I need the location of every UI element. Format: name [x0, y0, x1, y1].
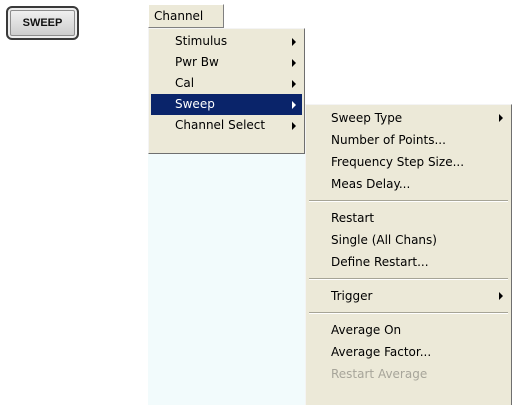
- menu-item-label: Stimulus: [175, 34, 228, 48]
- menu-item-average-factor[interactable]: Average Factor...: [308, 341, 509, 363]
- menu-item-channel-select[interactable]: Channel Select: [151, 115, 302, 136]
- submenu-arrow-icon: [499, 114, 503, 122]
- menu-item-restart-average: Restart Average: [308, 363, 509, 385]
- menu-item-label: Average On: [331, 323, 402, 337]
- submenu-arrow-icon: [292, 79, 296, 88]
- menu-item-label: Meas Delay...: [331, 177, 411, 191]
- menu-item-cal[interactable]: Cal: [151, 73, 302, 94]
- menu-item-label: Sweep: [175, 97, 215, 111]
- menu-item-sweep[interactable]: Sweep: [151, 94, 302, 115]
- menu-item-label: Restart: [331, 211, 375, 225]
- menu-item-sweep-type[interactable]: Sweep Type: [308, 107, 509, 129]
- submenu-arrow-icon: [499, 292, 503, 300]
- menu-item-restart[interactable]: Restart: [308, 207, 509, 229]
- menu-item-label: Restart Average: [331, 367, 428, 381]
- sweep-submenu: Sweep Type Number of Points... Frequency…: [305, 104, 512, 405]
- menu-item-label: Trigger: [331, 289, 373, 303]
- submenu-arrow-icon: [292, 58, 296, 67]
- menu-item-frequency-step-size[interactable]: Frequency Step Size...: [308, 151, 509, 173]
- menu-item-label: Frequency Step Size...: [331, 155, 465, 169]
- sweep-hardkey-button[interactable]: SWEEP: [6, 6, 79, 40]
- menu-item-define-restart[interactable]: Define Restart...: [308, 251, 509, 273]
- menu-separator: [309, 200, 508, 202]
- submenu-arrow-icon: [292, 100, 296, 109]
- menu-item-trigger[interactable]: Trigger: [308, 285, 509, 307]
- menu-item-label: Pwr Bw: [175, 55, 219, 69]
- submenu-arrow-icon: [292, 121, 296, 130]
- menu-item-single-all-chans[interactable]: Single (All Chans): [308, 229, 509, 251]
- menu-separator: [309, 278, 508, 280]
- channel-menu: Stimulus Pwr Bw Cal Sweep Channel Select: [148, 28, 305, 154]
- menu-item-label: Define Restart...: [331, 255, 429, 269]
- menu-item-number-of-points[interactable]: Number of Points...: [308, 129, 509, 151]
- menu-item-average-on[interactable]: Average On: [308, 319, 509, 341]
- menu-item-label: Number of Points...: [331, 133, 446, 147]
- menu-item-label: Average Factor...: [331, 345, 432, 359]
- menu-item-pwr-bw[interactable]: Pwr Bw: [151, 52, 302, 73]
- menu-item-label: Sweep Type: [331, 111, 403, 125]
- menu-item-label: Channel Select: [175, 118, 266, 132]
- menu-item-stimulus[interactable]: Stimulus: [151, 31, 302, 52]
- menu-item-meas-delay[interactable]: Meas Delay...: [308, 173, 509, 195]
- menu-item-label: Cal: [175, 76, 195, 90]
- menu-channel[interactable]: Channel: [148, 4, 224, 28]
- menu-item-label: Single (All Chans): [331, 233, 437, 247]
- submenu-arrow-icon: [292, 37, 296, 46]
- menu-separator: [309, 312, 508, 314]
